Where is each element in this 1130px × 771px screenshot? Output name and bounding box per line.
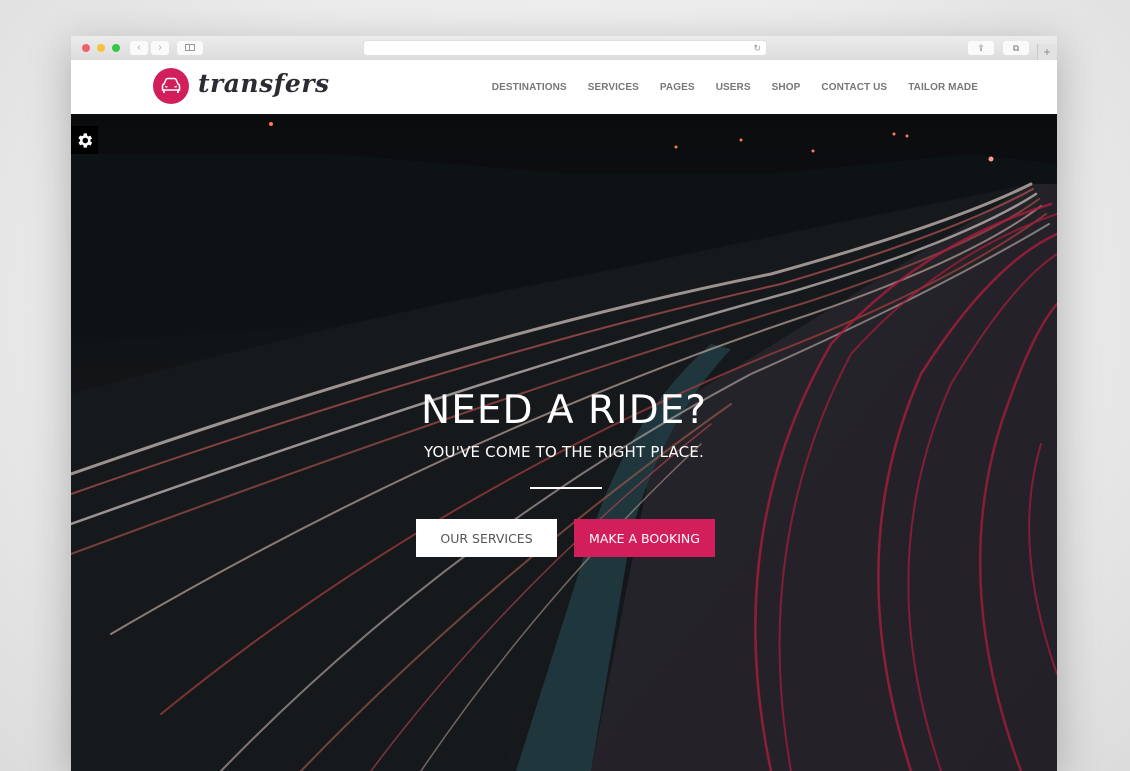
- hero-title: NEED A RIDE?: [421, 388, 707, 433]
- hero-subtitle: YOU'VE COME TO THE RIGHT PLACE.: [424, 443, 704, 461]
- nav-services[interactable]: SERVICES: [588, 82, 639, 93]
- logo-mark[interactable]: [153, 68, 189, 104]
- nav-destinations[interactable]: DESTINATIONS: [492, 82, 567, 93]
- hero-divider: [530, 487, 602, 489]
- minimize-window-button[interactable]: [97, 44, 105, 52]
- close-window-button[interactable]: [82, 44, 90, 52]
- maximize-window-button[interactable]: [112, 44, 120, 52]
- browser-window: ‹ › ↻ ⇪ ⧉ + transfers DESTINATIONS SERVI…: [71, 36, 1057, 771]
- nav-pages[interactable]: PAGES: [660, 82, 695, 93]
- site-header: transfers DESTINATIONS SERVICES PAGES US…: [71, 60, 1057, 115]
- reload-icon[interactable]: ↻: [753, 41, 761, 55]
- car-icon: [161, 77, 181, 93]
- our-services-button[interactable]: OUR SERVICES: [416, 519, 557, 557]
- gear-icon: [78, 133, 93, 148]
- new-tab-button[interactable]: +: [1037, 44, 1056, 60]
- back-button[interactable]: ‹: [130, 41, 148, 55]
- hero-section: NEED A RIDE? YOU'VE COME TO THE RIGHT PL…: [71, 114, 1057, 771]
- logo-text[interactable]: transfers: [198, 69, 330, 98]
- address-bar[interactable]: ↻: [364, 41, 766, 55]
- make-a-booking-button[interactable]: MAKE A BOOKING: [574, 519, 715, 557]
- nav-users[interactable]: USERS: [716, 82, 751, 93]
- browser-toolbar: ‹ › ↻ ⇪ ⧉ +: [71, 36, 1057, 61]
- sidebar-icon: [185, 44, 195, 51]
- show-tabs-button[interactable]: ⧉: [1003, 41, 1029, 55]
- nav-tailor-made[interactable]: TAILOR MADE: [908, 82, 978, 93]
- sidebar-toggle-button[interactable]: [177, 41, 203, 55]
- nav-shop[interactable]: SHOP: [772, 82, 801, 93]
- share-button[interactable]: ⇪: [968, 41, 994, 55]
- forward-button[interactable]: ›: [151, 41, 169, 55]
- settings-toggle-button[interactable]: [71, 126, 98, 154]
- nav-contact-us[interactable]: CONTACT US: [821, 82, 887, 93]
- main-nav: DESTINATIONS SERVICES PAGES USERS SHOP C…: [471, 60, 978, 114]
